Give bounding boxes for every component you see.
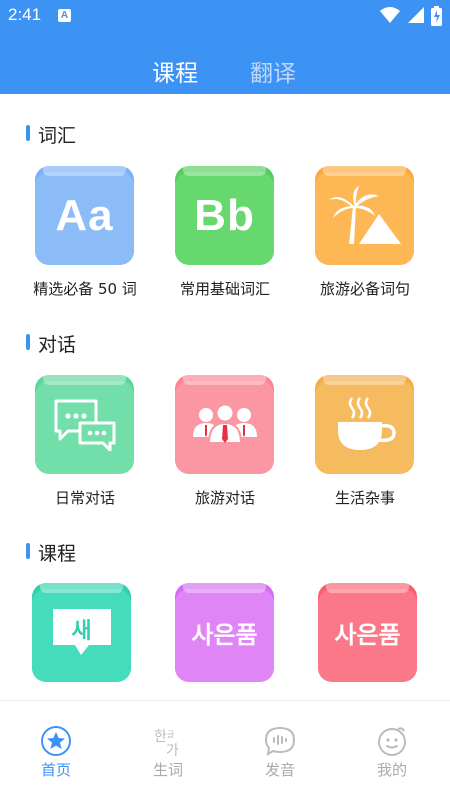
status-bar: 2:41 A xyxy=(0,0,450,32)
nav-profile-label: 我的 xyxy=(376,761,407,779)
section-accent-bar xyxy=(26,334,30,350)
card-basic-vocab[interactable]: Bb xyxy=(175,166,274,265)
card-life-misc[interactable] xyxy=(315,375,414,474)
card-label-life-misc: 生活杂事 xyxy=(334,489,395,507)
card-label-travel-dialogue: 旅游对话 xyxy=(194,489,255,507)
nav-pronunciation[interactable]: 发音 xyxy=(224,701,336,800)
battery-icon xyxy=(431,6,442,26)
status-time: 2:41 xyxy=(8,5,42,24)
wifi-icon xyxy=(380,7,400,23)
card-label-daily-dialogue: 日常对话 xyxy=(54,489,115,507)
chat-bubbles-icon xyxy=(35,375,134,474)
nav-words[interactable]: 한 글 가 生词 xyxy=(112,701,224,800)
svg-text:가: 가 xyxy=(166,743,179,757)
nav-words-label: 生词 xyxy=(152,761,183,779)
card-label-vocab-50: 精选必备 50 词 xyxy=(33,280,137,298)
card-vocab-50[interactable]: Aa xyxy=(35,166,134,265)
nav-home-label: 首页 xyxy=(40,761,71,779)
hangul-text-icon: 사은품 xyxy=(334,621,401,649)
tab-translate[interactable]: 翻译 xyxy=(250,54,296,88)
bottom-nav: 首页 한 글 가 生词 发音 我的 xyxy=(0,700,450,800)
tab-course[interactable]: 课程 xyxy=(152,54,198,88)
letters-aa-icon: Aa xyxy=(55,190,114,240)
section-title-text: 对话 xyxy=(38,334,77,356)
card-travel-dialogue[interactable] xyxy=(175,375,274,474)
section-accent-bar xyxy=(26,543,30,559)
hangul-text-icon: 사은품 xyxy=(191,621,258,649)
coffee-cup-icon xyxy=(315,375,414,474)
signal-icon xyxy=(408,7,424,23)
nav-home[interactable]: 首页 xyxy=(0,701,112,800)
palm-tree-icon xyxy=(315,166,414,265)
letters-bb-icon: Bb xyxy=(194,190,255,240)
section-title-text: 词汇 xyxy=(38,125,77,147)
hangul-bubble-icon: 새 xyxy=(32,583,131,682)
home-star-icon xyxy=(41,726,71,756)
card-course-2[interactable]: 사은품 xyxy=(175,583,274,682)
svg-text:글: 글 xyxy=(167,730,174,739)
profile-face-icon xyxy=(378,727,406,756)
card-label-travel-phrases: 旅游必备词句 xyxy=(319,280,410,298)
section-title-text: 课程 xyxy=(38,543,77,565)
nav-profile[interactable]: 我的 xyxy=(336,701,448,800)
card-course-1[interactable]: 새 xyxy=(32,583,131,682)
group-people-icon xyxy=(175,375,274,474)
top-tab-bar: 课程 翻译 xyxy=(0,32,450,94)
card-travel-phrases[interactable] xyxy=(315,166,414,265)
hangul-word-icon: 한 글 가 xyxy=(154,729,179,757)
card-course-3[interactable]: 사은품 xyxy=(318,583,417,682)
section-accent-bar xyxy=(26,125,30,141)
nav-pronunciation-label: 发音 xyxy=(264,761,295,779)
card-daily-dialogue[interactable] xyxy=(35,375,134,474)
card-label-basic-vocab: 常用基础词汇 xyxy=(179,280,270,298)
speech-bubble-icon xyxy=(264,726,296,756)
notification-icon: A xyxy=(58,9,71,22)
